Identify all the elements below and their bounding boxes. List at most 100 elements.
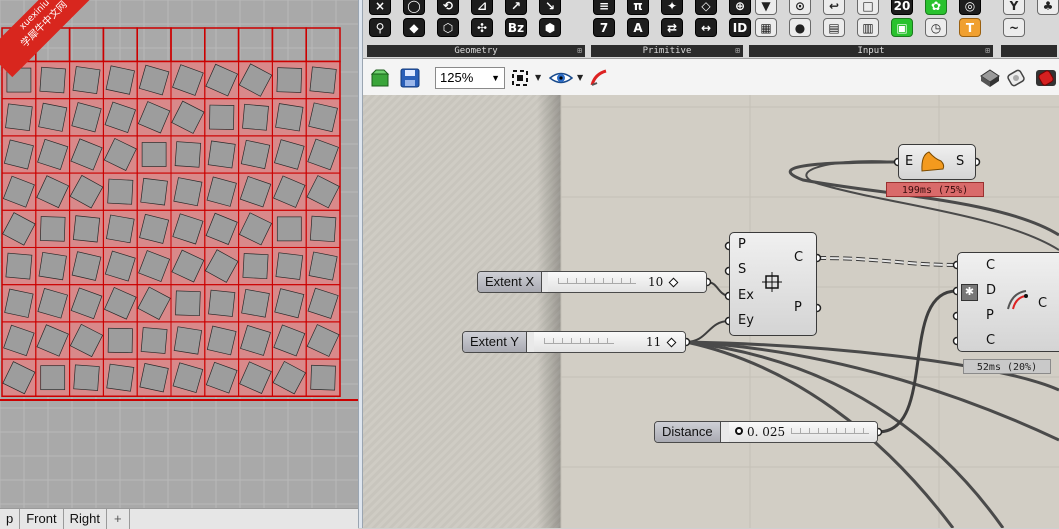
chevron-down-icon[interactable]: ▼ bbox=[535, 73, 541, 82]
panel-label-util[interactable] bbox=[1001, 45, 1057, 57]
input-port-ex[interactable]: Ex bbox=[738, 288, 754, 303]
slider-track[interactable]: 10 bbox=[548, 272, 706, 292]
ribbon-tool-button[interactable]: ✦ bbox=[661, 0, 683, 15]
ribbon-tool-button[interactable]: ✿ bbox=[925, 0, 947, 15]
wire-preview-icon[interactable] bbox=[1005, 68, 1027, 88]
ribbon-tool-button[interactable]: ⬡ bbox=[437, 18, 459, 37]
input-port-e[interactable]: E bbox=[905, 154, 913, 169]
pattern-tile bbox=[3, 139, 34, 170]
ribbon-panel-util: Y ♣ ~ bbox=[999, 0, 1059, 58]
ribbon-tool-button[interactable]: ↘ bbox=[539, 0, 561, 15]
ribbon-tool-button[interactable]: 20 bbox=[891, 0, 913, 15]
sketch-brush-icon[interactable] bbox=[589, 68, 609, 88]
tab-perspective[interactable]: p bbox=[0, 509, 21, 529]
tool-glyph-icon: ⟲ bbox=[442, 0, 454, 13]
ribbon-tool-button[interactable]: π bbox=[627, 0, 649, 15]
panel-label-primitive[interactable]: Primitive ⊞ bbox=[591, 45, 743, 57]
ribbon-tool-button[interactable]: A bbox=[627, 18, 649, 37]
ribbon-tool-button[interactable]: ↔ bbox=[695, 18, 717, 37]
input-port-ey[interactable]: Ey bbox=[738, 313, 754, 328]
input-port-p[interactable]: P bbox=[738, 237, 746, 252]
ribbon-tool-button[interactable]: 7 bbox=[593, 18, 615, 37]
zoom-level-select[interactable]: 125% ▼ bbox=[435, 67, 505, 89]
grasshopper-canvas[interactable]: Extent X 10 Extent Y 11 Distance 0. 025 … bbox=[363, 95, 1059, 528]
ribbon-tool-button[interactable]: ▣ bbox=[891, 18, 913, 37]
ribbon-tool-button[interactable]: ◷ bbox=[925, 18, 947, 37]
canvas-toolbar: 125% ▼ ▼ ▼ bbox=[363, 59, 1059, 96]
ribbon-tool-button[interactable]: ▤ bbox=[823, 18, 845, 37]
ribbon-tool-button[interactable]: ↗ bbox=[505, 0, 527, 15]
ribbon-tool-button[interactable]: ✣ bbox=[471, 18, 493, 37]
render-red-icon[interactable] bbox=[1034, 68, 1058, 88]
ribbon-tool-button[interactable]: ~ bbox=[1003, 18, 1025, 37]
ribbon-tool-button[interactable]: ⊿ bbox=[471, 0, 493, 15]
ribbon-tool-button[interactable]: ⊙ bbox=[789, 0, 811, 15]
ribbon-tool-button[interactable]: × bbox=[369, 0, 391, 15]
surface-component[interactable]: E S bbox=[898, 144, 976, 180]
ribbon-tool-button[interactable]: ⚲ bbox=[369, 18, 391, 37]
ribbon-tool-button[interactable]: T bbox=[959, 18, 981, 37]
ribbon-tool-button[interactable]: ♣ bbox=[1037, 0, 1059, 15]
panel-label-geometry[interactable]: Geometry ⊞ bbox=[367, 45, 585, 57]
pattern-cell-outline bbox=[170, 27, 206, 63]
ribbon-tool-button[interactable]: ◯ bbox=[403, 0, 425, 15]
ribbon-tool-button[interactable]: Bz bbox=[505, 18, 527, 37]
ribbon-tool-button[interactable]: ◆ bbox=[403, 18, 425, 37]
expand-icon[interactable]: ⊞ bbox=[735, 45, 740, 57]
ribbon-tool-button[interactable]: ↩ bbox=[823, 0, 845, 15]
preview-eye-icon[interactable] bbox=[549, 68, 573, 88]
output-port-p[interactable]: P bbox=[794, 300, 802, 315]
expand-icon[interactable]: ⊞ bbox=[577, 45, 582, 57]
pattern-tile bbox=[40, 365, 66, 391]
slider-handle-icon[interactable] bbox=[735, 427, 743, 435]
slider-handle-icon[interactable] bbox=[668, 277, 679, 288]
add-viewport-tab-button[interactable]: + bbox=[107, 509, 130, 529]
viewport-tabs: p Front Right + bbox=[0, 508, 358, 529]
input-port-s[interactable]: S bbox=[738, 262, 746, 277]
ribbon-tool-button[interactable]: ◇ bbox=[695, 0, 717, 15]
rectangle-component[interactable]: P S Ex Ey C P bbox=[729, 232, 817, 336]
slider-handle-icon[interactable] bbox=[666, 337, 677, 348]
output-port-c[interactable]: C bbox=[794, 250, 803, 265]
ribbon-tool-button[interactable]: ≡ bbox=[593, 0, 615, 15]
parameter-flag-icon[interactable]: ✱ bbox=[961, 284, 978, 301]
output-port-c[interactable]: C bbox=[1038, 296, 1047, 311]
shaded-preview-icon[interactable] bbox=[979, 68, 1001, 88]
ribbon-tool-button[interactable]: ⟲ bbox=[437, 0, 459, 15]
distance-slider[interactable]: Distance 0. 025 bbox=[654, 421, 878, 443]
extent-y-slider[interactable]: Extent Y 11 bbox=[462, 331, 686, 353]
pattern-tile bbox=[39, 66, 66, 94]
ribbon-tool-button[interactable]: ⬢ bbox=[539, 18, 561, 37]
ribbon-tool-button[interactable]: □ bbox=[857, 0, 879, 15]
input-port-c2[interactable]: C bbox=[986, 333, 995, 348]
tool-glyph-icon: ◷ bbox=[930, 21, 942, 35]
slider-track[interactable]: 11 bbox=[534, 332, 685, 352]
chevron-down-icon[interactable]: ▼ bbox=[577, 73, 583, 82]
extent-x-slider[interactable]: Extent X 10 bbox=[477, 271, 707, 293]
input-port-d[interactable]: D bbox=[986, 283, 996, 298]
tool-glyph-icon: ⊙ bbox=[794, 0, 806, 13]
expand-icon[interactable]: ⊞ bbox=[985, 45, 990, 57]
zoom-extents-icon[interactable] bbox=[510, 68, 530, 88]
rhino-viewport[interactable]: xuexiniu 学犀牛中文网 bbox=[0, 0, 358, 508]
ribbon-tool-button[interactable]: ⇄ bbox=[661, 18, 683, 37]
slider-ticks bbox=[791, 428, 869, 434]
tab-right[interactable]: Right bbox=[64, 509, 107, 529]
panel-label-input[interactable]: Input ⊞ bbox=[749, 45, 993, 57]
ribbon-tool-button[interactable]: ▦ bbox=[755, 18, 777, 37]
ribbon-tool-button[interactable]: ◎ bbox=[959, 0, 981, 15]
pattern-tile bbox=[39, 216, 66, 242]
offset-curve-component[interactable]: C D P C C ✱ bbox=[957, 252, 1059, 352]
ribbon-tool-button[interactable]: ▥ bbox=[857, 18, 879, 37]
slider-track[interactable]: 0. 025 bbox=[729, 422, 877, 442]
ribbon-tool-button[interactable]: Y bbox=[1003, 0, 1025, 15]
ribbon-tool-button[interactable]: ● bbox=[789, 18, 811, 37]
output-port-s[interactable]: S bbox=[956, 154, 964, 169]
tab-front[interactable]: Front bbox=[20, 509, 64, 529]
input-port-c[interactable]: C bbox=[986, 258, 995, 273]
tool-glyph-icon: ◯ bbox=[407, 0, 421, 13]
save-icon[interactable] bbox=[400, 68, 420, 88]
new-document-icon[interactable] bbox=[370, 68, 390, 88]
input-port-p[interactable]: P bbox=[986, 308, 994, 323]
ribbon-tool-button[interactable]: ▼ bbox=[755, 0, 777, 15]
